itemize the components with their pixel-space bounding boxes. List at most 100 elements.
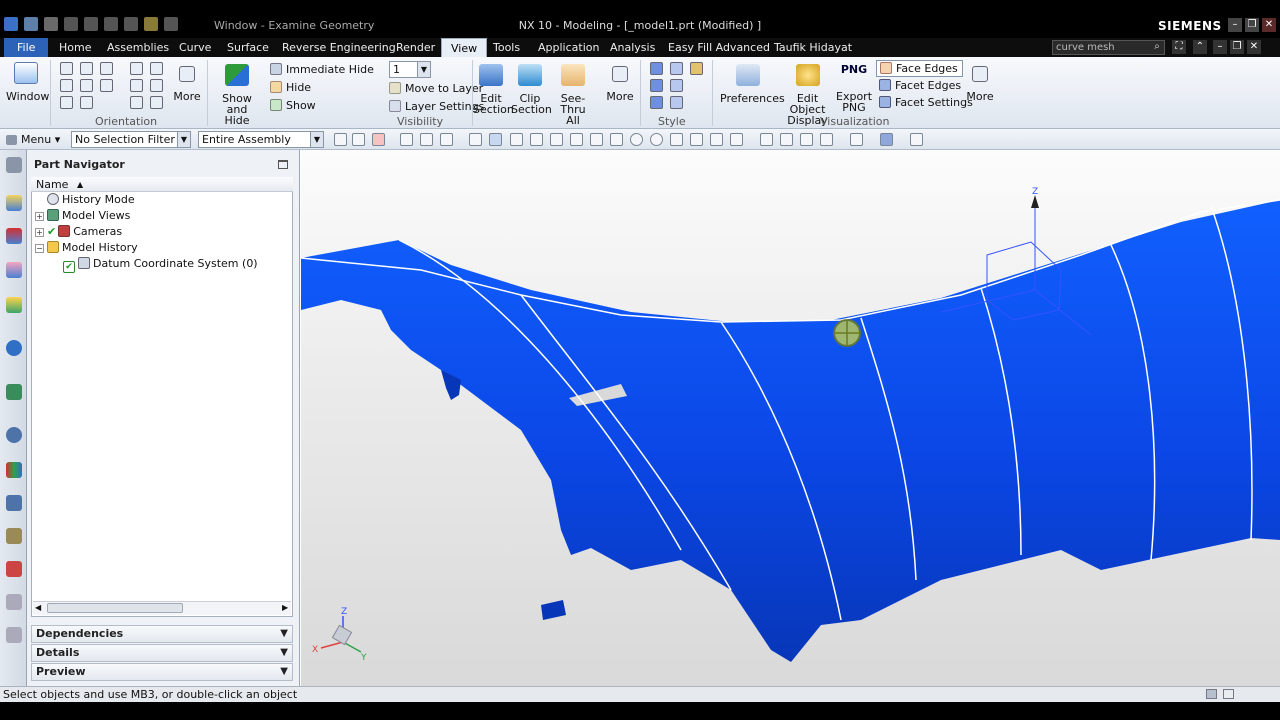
face-edges-toggle[interactable]: Face Edges (876, 60, 963, 77)
export-png-button[interactable]: PNG Export PNG (836, 64, 872, 113)
edit-section-button[interactable]: Edit Section (473, 64, 514, 115)
layer-settings-button[interactable]: Layer Settings (389, 100, 484, 113)
checkbox-checked-icon[interactable]: ✔ (63, 261, 75, 273)
snap-tool-icon[interactable] (610, 133, 623, 146)
constraint-navigator-icon[interactable] (6, 228, 22, 244)
minimize-doc-icon[interactable]: – (1213, 40, 1227, 54)
tab-application[interactable]: Application (538, 38, 599, 57)
status-toggle-icon[interactable] (1206, 689, 1217, 699)
face-analysis-icon[interactable] (670, 79, 683, 92)
snap-tool-icon[interactable] (530, 133, 543, 146)
bottom-view-icon[interactable] (60, 96, 73, 109)
facet-edges-button[interactable]: Facet Edges (879, 79, 961, 92)
view-tool-icon[interactable] (880, 133, 893, 146)
menu-button[interactable]: Menu ▾ (6, 133, 60, 146)
orientation-more-button[interactable]: More (172, 66, 202, 102)
selection-tool-icon[interactable] (420, 133, 433, 146)
immediate-hide-button[interactable]: Immediate Hide (270, 63, 374, 76)
tree-item-history-mode[interactable]: History Mode (47, 193, 135, 207)
shaded-icon[interactable] (670, 62, 683, 75)
tree-item-cameras[interactable]: ✔ Cameras (47, 225, 122, 239)
history-icon[interactable] (6, 427, 22, 443)
deselect-icon[interactable] (372, 133, 385, 146)
facet-settings-button[interactable]: Facet Settings (879, 96, 973, 109)
panel-preview[interactable]: Preview ▼ (31, 663, 293, 681)
snap-tool-icon[interactable] (710, 133, 723, 146)
restore-doc-icon[interactable]: ❐ (1230, 40, 1244, 54)
graphics-window[interactable]: Z Z X Y (301, 150, 1280, 686)
view-tool-icon[interactable] (760, 133, 773, 146)
snap-tool-icon[interactable] (570, 133, 583, 146)
tree-item-model-history[interactable]: Model History (47, 241, 138, 255)
expand-icon[interactable]: + (35, 228, 44, 237)
tab-assemblies[interactable]: Assemblies (107, 38, 169, 57)
section-more-button[interactable]: More (605, 66, 635, 102)
restore-view-icon[interactable] (150, 79, 163, 92)
roles-icon[interactable] (6, 561, 22, 577)
selection-tool-icon[interactable] (400, 133, 413, 146)
tab-file[interactable]: File (4, 38, 49, 57)
close-icon[interactable]: ✕ (1262, 18, 1276, 32)
status-toggle-icon[interactable] (1223, 689, 1234, 699)
right-view-icon[interactable] (60, 79, 73, 92)
see-thru-all-button[interactable]: See-Thru All (551, 64, 595, 126)
selection-filter-select[interactable]: No Selection Filter ▼ (71, 131, 191, 148)
scrollbar-thumb[interactable] (47, 603, 183, 613)
fit-icon[interactable] (60, 62, 73, 75)
print-icon[interactable] (6, 627, 22, 643)
system-scenes-icon[interactable] (6, 594, 22, 610)
snap-tool-icon[interactable] (489, 133, 502, 146)
view-tool-icon[interactable] (850, 133, 863, 146)
trimetric-icon[interactable] (130, 79, 143, 92)
view-tool-icon[interactable] (910, 133, 923, 146)
view-tool-icon[interactable] (800, 133, 813, 146)
view-tool-icon[interactable] (780, 133, 793, 146)
hidden-wireframe-icon[interactable] (670, 96, 683, 109)
tab-home[interactable]: Home (59, 38, 91, 57)
selection-tool-icon[interactable] (440, 133, 453, 146)
front-view-icon[interactable] (100, 62, 113, 75)
snap-tool-icon[interactable] (630, 133, 643, 146)
hide-button[interactable]: Hide (270, 81, 311, 94)
top-view-icon[interactable] (80, 62, 93, 75)
selection-tool-icon[interactable] (334, 133, 347, 146)
snap-tool-icon[interactable] (650, 133, 663, 146)
orient-view-icon[interactable] (150, 96, 163, 109)
manufacturing-wizards-icon[interactable] (6, 528, 22, 544)
expand-icon[interactable]: + (35, 212, 44, 221)
search-input[interactable]: curve mesh (1052, 40, 1165, 55)
move-to-layer-button[interactable]: Move to Layer (389, 82, 483, 95)
view-tool-icon[interactable] (820, 133, 833, 146)
part-navigator-icon[interactable] (6, 262, 22, 278)
tab-curve[interactable]: Curve (179, 38, 211, 57)
hd3d-tools-icon[interactable] (6, 340, 22, 356)
preferences-button[interactable]: Preferences (720, 64, 785, 104)
zoom-icon[interactable] (130, 62, 143, 75)
tab-easy-fill-advanced[interactable]: Easy Fill Advanced (668, 38, 770, 57)
snap-tool-icon[interactable] (730, 133, 743, 146)
partially-shaded-icon[interactable] (650, 96, 663, 109)
reuse-library-icon[interactable] (6, 297, 22, 313)
tab-analysis[interactable]: Analysis (610, 38, 655, 57)
selection-tool-icon[interactable] (352, 133, 365, 146)
clip-section-button[interactable]: Clip Section (511, 64, 552, 115)
scroll-left-icon[interactable]: ◀ (35, 603, 41, 612)
tree-item-model-views[interactable]: Model Views (47, 209, 130, 223)
studio-icon[interactable] (650, 79, 663, 92)
assembly-navigator-icon[interactable] (6, 195, 22, 211)
isometric-view-icon[interactable] (80, 96, 93, 109)
snap-tool-icon[interactable] (590, 133, 603, 146)
column-header-name[interactable]: Name ▲ (31, 177, 293, 192)
tab-taufik-hidayat[interactable]: Taufik Hidayat (774, 38, 852, 57)
search-icon[interactable]: ⌕ (1150, 40, 1164, 54)
process-studio-icon[interactable] (6, 495, 22, 511)
show-and-hide-button[interactable]: Show and Hide (213, 64, 261, 126)
settings-icon[interactable] (6, 157, 22, 173)
tab-reverse-engineering[interactable]: Reverse Engineering (282, 38, 396, 57)
snap-tool-icon[interactable] (510, 133, 523, 146)
scroll-right-icon[interactable]: ▶ (282, 603, 288, 612)
snap-tool-icon[interactable] (469, 133, 482, 146)
tab-tools[interactable]: Tools (493, 38, 520, 57)
restore-icon[interactable]: ❐ (1245, 18, 1259, 32)
chevron-down-icon[interactable]: ▼ (177, 132, 190, 147)
